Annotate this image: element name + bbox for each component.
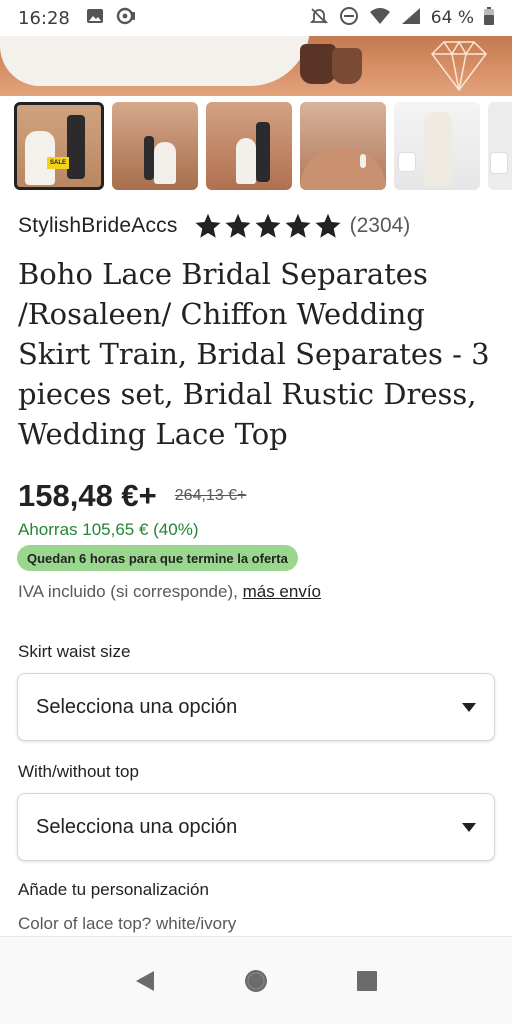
offer-countdown-badge: Quedan 6 horas para que termine la ofert… <box>17 545 298 571</box>
hero-boot <box>300 44 336 84</box>
hero-dress <box>0 36 310 86</box>
shop-name[interactable]: StylishBrideAccs <box>18 214 178 238</box>
caret-down-icon <box>462 822 476 832</box>
battery-icon <box>484 6 494 30</box>
star-icon <box>255 213 281 238</box>
top-option-value: Selecciona una opción <box>36 815 238 838</box>
tax-info: IVA incluido (si corresponde), más envío <box>18 582 321 602</box>
shop-row: StylishBrideAccs (2304) <box>18 208 498 244</box>
wifi-icon <box>369 7 391 30</box>
thumbnail-strip: SALE <box>14 102 512 192</box>
star-icon <box>315 213 341 238</box>
savings-text: Ahorras 105,65 € (40%) <box>18 520 199 539</box>
thumbnail-2[interactable] <box>112 102 198 190</box>
thumbnail-dress <box>424 112 452 186</box>
thumbnail-figure <box>67 115 85 179</box>
personalization-question: Color of lace top? white/ivory <box>18 914 237 933</box>
thumbnail-4[interactable] <box>300 102 386 190</box>
product-title: Boho Lace Bridal Separates /Rosaleen/ Ch… <box>18 257 490 451</box>
mute-icon <box>309 6 329 31</box>
skirt-size-label: Skirt waist size <box>18 642 131 661</box>
thumbnail-rocks <box>300 148 386 190</box>
whatsapp-icon <box>116 7 136 30</box>
diamond-watermark-icon <box>431 40 487 92</box>
thumbnail-figure <box>360 154 366 168</box>
current-price: 158,48 €+ <box>18 478 157 513</box>
skirt-size-select[interactable]: Selecciona una opción <box>17 673 495 741</box>
dnd-icon <box>339 6 359 31</box>
price-row: 158,48 €+ 264,13 €+ <box>18 478 246 514</box>
thumbnail-figure <box>144 136 154 180</box>
thumbnail-figure <box>154 142 176 184</box>
sale-badge: SALE <box>47 157 69 169</box>
recents-icon[interactable] <box>347 961 387 1001</box>
signal-icon <box>401 7 421 30</box>
thumbnail-6[interactable] <box>488 102 512 190</box>
system-nav-bar <box>0 936 512 1024</box>
rating-stars[interactable] <box>194 212 342 240</box>
caret-down-icon <box>462 702 476 712</box>
review-count[interactable]: (2304) <box>350 214 411 238</box>
skirt-size-value: Selecciona una opción <box>36 695 238 718</box>
thumbnail-3[interactable] <box>206 102 292 190</box>
status-bar: 16:28 64 % <box>0 0 512 36</box>
top-option-label: With/without top <box>18 762 139 781</box>
hero-boot <box>332 48 362 84</box>
shipping-link[interactable]: más envío <box>243 582 321 601</box>
battery-percent: 64 % <box>430 8 474 28</box>
star-icon <box>195 213 221 238</box>
top-option-select[interactable]: Selecciona una opción <box>17 793 495 861</box>
original-price: 264,13 €+ <box>174 487 247 504</box>
status-time: 16:28 <box>18 7 70 29</box>
thumbnail-figure <box>256 122 270 182</box>
thumbnail-1[interactable]: SALE <box>14 102 104 190</box>
thumbnail-5[interactable] <box>394 102 480 190</box>
personalization-label: Añade tu personalización <box>18 880 209 899</box>
star-icon <box>225 213 251 238</box>
thumbnail-furniture <box>398 152 416 172</box>
back-icon[interactable] <box>125 961 165 1001</box>
hero-image[interactable] <box>0 36 512 96</box>
home-icon[interactable] <box>236 961 276 1001</box>
star-icon <box>285 213 311 238</box>
thumbnail-furniture <box>490 152 508 174</box>
thumbnail-figure <box>236 138 256 184</box>
tax-text: IVA incluido (si corresponde), <box>18 582 243 601</box>
gallery-icon <box>86 8 104 29</box>
